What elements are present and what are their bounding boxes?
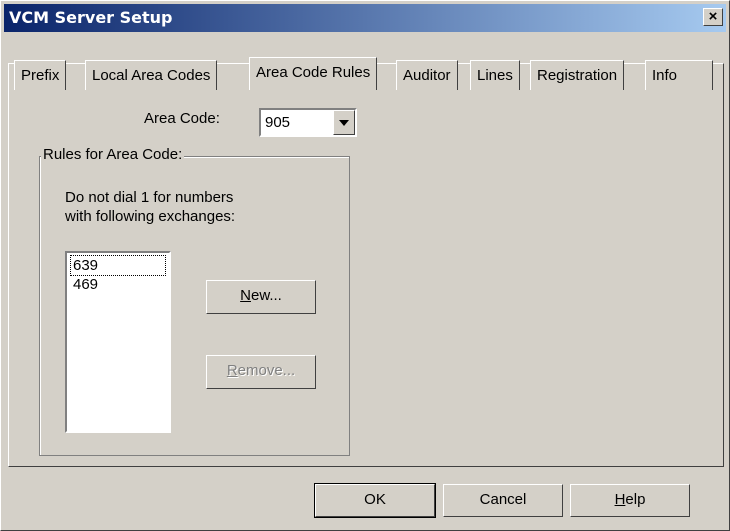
exchanges-listbox[interactable]: 639 469 bbox=[65, 251, 171, 433]
tab-lines[interactable]: Lines bbox=[470, 60, 520, 90]
tab-auditor[interactable]: Auditor bbox=[396, 60, 458, 90]
new-label: ew... bbox=[250, 287, 282, 304]
tab-area-code-rules[interactable]: Area Code Rules bbox=[249, 57, 378, 90]
area-code-value: 905 bbox=[265, 114, 291, 131]
title-bar[interactable]: VCM Server Setup × bbox=[4, 4, 726, 32]
rules-description-line2: with following exchanges: bbox=[65, 208, 236, 225]
chevron-down-icon[interactable] bbox=[333, 110, 355, 135]
cancel-button[interactable]: Cancel bbox=[443, 484, 563, 517]
help-button[interactable]: Help bbox=[570, 484, 690, 517]
close-icon: × bbox=[708, 8, 718, 25]
rules-description-line1: Do not dial 1 for numbers bbox=[65, 189, 234, 206]
area-code-dropdown[interactable]: 905 bbox=[259, 108, 357, 137]
tab-prefix[interactable]: Prefix bbox=[14, 60, 67, 90]
window-title: VCM Server Setup bbox=[9, 8, 173, 27]
rules-group-label: Rules for Area Code: bbox=[41, 146, 185, 163]
remove-button[interactable]: Remove... bbox=[206, 355, 316, 389]
list-item[interactable]: 469 bbox=[71, 275, 100, 294]
tab-registration[interactable]: Registration bbox=[530, 60, 625, 90]
area-code-label: Area Code: bbox=[144, 110, 220, 127]
tab-local-area-codes[interactable]: Local Area Codes bbox=[85, 60, 218, 90]
ok-button[interactable]: OK bbox=[314, 483, 436, 518]
new-mnemonic: N bbox=[240, 287, 251, 304]
help-label: elp bbox=[625, 491, 646, 508]
close-button[interactable]: × bbox=[703, 8, 723, 26]
dialog-window: VCM Server Setup × Prefix Local Area Cod… bbox=[0, 0, 730, 531]
new-button[interactable]: New... bbox=[206, 280, 316, 314]
remove-label: emove... bbox=[237, 362, 296, 379]
remove-mnemonic: R bbox=[226, 362, 238, 379]
tab-info[interactable]: Info bbox=[645, 60, 713, 90]
list-item[interactable]: 639 bbox=[70, 255, 166, 276]
help-mnemonic: H bbox=[614, 491, 626, 508]
